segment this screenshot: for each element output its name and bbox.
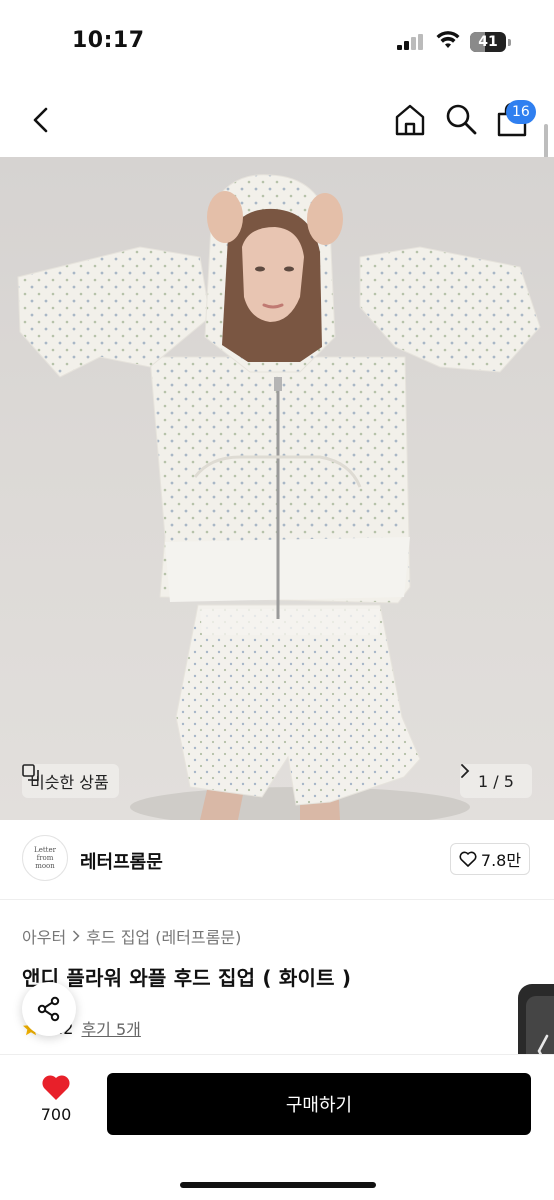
copy-icon	[22, 764, 39, 781]
brand-logo-line-2: from	[36, 854, 54, 862]
breadcrumb: 아우터 후드 집업 (레터프롬문)	[22, 924, 241, 948]
status-bar: 10:17 41	[0, 0, 554, 84]
brand-logo[interactable]: Letter from moon	[22, 835, 68, 881]
battery-cap	[508, 39, 511, 46]
cart-count-badge: 16	[506, 100, 536, 124]
home-icon[interactable]	[392, 102, 428, 138]
wifi-icon	[436, 31, 460, 48]
brand-row[interactable]: Letter from moon 레터프롬문 7.8만	[0, 820, 554, 900]
share-button[interactable]	[22, 982, 76, 1036]
product-image-gallery[interactable]: 비슷한 상품 1 / 5	[0, 157, 554, 820]
top-nav-bar: 16	[0, 84, 554, 156]
chevron-right-icon	[461, 764, 470, 778]
product-title: 앤디 플라워 와플 후드 집업 ( 화이트 )	[22, 966, 352, 990]
back-chevron-icon[interactable]	[26, 104, 58, 136]
heart-outline-icon	[459, 851, 477, 867]
breadcrumb-item-hood-zipup[interactable]: 후드 집업 (레터프롬문)	[86, 924, 241, 948]
battery-indicator: 41	[470, 32, 512, 52]
image-pager-button[interactable]: 1 / 5	[460, 764, 532, 798]
brand-name[interactable]: 레터프롬문	[80, 848, 163, 874]
buy-button[interactable]: 구매하기	[107, 1073, 531, 1135]
product-photo	[17, 174, 541, 820]
brand-like-count: 7.8만	[480, 851, 522, 870]
share-icon	[37, 996, 60, 1022]
brand-logo-line-1: Letter	[34, 846, 56, 854]
similar-products-label: 비슷한 상품	[30, 773, 109, 792]
brand-logo-line-3: moon	[35, 862, 55, 870]
cellular-signal-icon	[397, 34, 423, 50]
status-time: 10:17	[72, 28, 145, 53]
battery-level: 41	[478, 34, 498, 50]
chevron-right-icon	[73, 930, 80, 942]
breadcrumb-item-outer[interactable]: 아우터	[22, 924, 66, 948]
wishlist-button[interactable]: 700	[30, 1073, 82, 1133]
bottom-action-bar: 700 구매하기	[0, 1055, 554, 1200]
wishlist-count: 700	[40, 1105, 72, 1124]
brand-like-button[interactable]: 7.8만	[450, 843, 530, 875]
heart-filled-icon	[42, 1075, 70, 1100]
search-icon[interactable]	[444, 102, 478, 136]
reviews-link[interactable]: 후기 5개	[81, 1016, 140, 1040]
home-indicator	[180, 1182, 376, 1188]
image-pager-text: 1 / 5	[478, 771, 514, 791]
similar-products-button[interactable]: 비슷한 상품	[22, 764, 119, 798]
